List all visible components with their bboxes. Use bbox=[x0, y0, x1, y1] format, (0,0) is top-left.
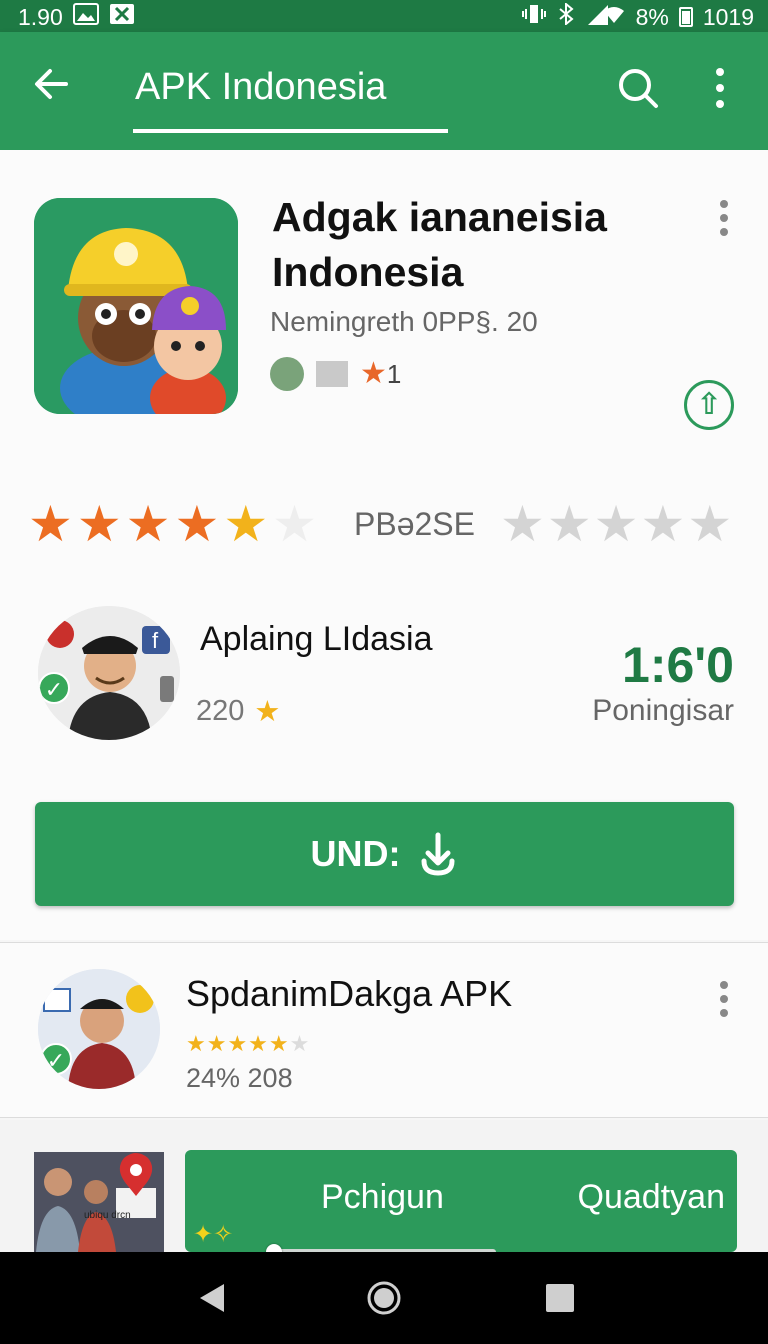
download-icon bbox=[418, 831, 458, 877]
action-label-right: Quadtyan bbox=[577, 1178, 725, 1216]
list-item-meta: 24% 208 bbox=[186, 1063, 293, 1093]
vibrate-icon bbox=[521, 3, 546, 31]
system-nav-bar bbox=[0, 1252, 768, 1344]
clock: 1019 bbox=[702, 3, 754, 30]
star-icon: ★ bbox=[28, 496, 73, 552]
app-subtitle: Nemingreth 0PP§. 20 bbox=[270, 306, 538, 337]
search-icon[interactable] bbox=[616, 66, 660, 110]
list-item-overflow-icon[interactable] bbox=[712, 979, 736, 1019]
rate-stars[interactable]: ★ ★ ★ ★ ★ bbox=[500, 496, 732, 552]
developer-name[interactable]: Aplaing LIdasia bbox=[200, 620, 433, 659]
gallery-notification-icon bbox=[72, 3, 99, 31]
status-bar: 1.90 8% 1019 bbox=[0, 0, 768, 32]
app-tags: ★1 bbox=[270, 356, 401, 391]
sparkle-icon: ✦✧ bbox=[193, 1221, 234, 1248]
nav-back-icon[interactable] bbox=[194, 1280, 230, 1316]
list-item-thumbnail: ubiqu drcn bbox=[34, 1152, 164, 1252]
star-icon: ★ bbox=[76, 496, 122, 552]
app-bar-title[interactable]: APK Indonesia bbox=[135, 66, 386, 109]
overflow-menu-icon[interactable] bbox=[706, 66, 734, 110]
globe-icon bbox=[270, 356, 304, 391]
list-item[interactable]: ubiqu drcn Pchigun Quadtyan ✦✧ bbox=[0, 1120, 768, 1252]
flag-icon bbox=[316, 360, 348, 387]
install-button-label: UND: bbox=[310, 833, 401, 874]
rating-stars: ★ ★ ★ ★ ★ ★ bbox=[28, 496, 317, 552]
battery-percent: 8% bbox=[635, 3, 669, 30]
developer-avatar[interactable]: f ✓ bbox=[38, 606, 180, 740]
rating-row: ★ ★ ★ ★ ★ ★ PBә2SE ★ ★ ★ ★ ★ bbox=[28, 496, 748, 552]
status-time: 1.90 bbox=[18, 3, 63, 30]
app-bar: APK Indonesia bbox=[0, 32, 768, 150]
developer-count: 220 bbox=[196, 695, 245, 727]
download-count: 1:6'0 bbox=[622, 637, 734, 693]
bluetooth-icon bbox=[556, 1, 576, 31]
star-outline-icon[interactable]: ★ bbox=[547, 496, 592, 552]
battery-icon bbox=[678, 7, 693, 27]
list-item-title: SpdanimDakga APK bbox=[186, 973, 513, 1014]
nav-recents-icon[interactable] bbox=[542, 1280, 578, 1316]
list-item-action-button[interactable]: Pchigun Quadtyan ✦✧ bbox=[185, 1150, 737, 1252]
back-arrow-icon[interactable] bbox=[30, 62, 74, 106]
star-icon: ★ bbox=[174, 496, 220, 552]
rating-label: PBә2SE bbox=[354, 506, 475, 542]
developer-meta: 220 ★ bbox=[196, 694, 280, 729]
verified-check-icon: ✓ bbox=[38, 672, 70, 704]
tag-rating-value: 1 bbox=[386, 359, 402, 389]
action-label-left: Pchigun bbox=[321, 1178, 444, 1216]
star-empty-icon: ★ bbox=[272, 496, 317, 552]
nav-home-icon[interactable] bbox=[366, 1280, 402, 1316]
star-outline-icon[interactable]: ★ bbox=[594, 496, 639, 552]
list-item-stars: ★★★★★★ bbox=[186, 1031, 311, 1056]
card-overflow-icon[interactable] bbox=[712, 198, 736, 238]
verified-check-icon: ✓ bbox=[40, 1043, 72, 1075]
tag-rating: ★1 bbox=[360, 356, 401, 391]
star-icon: ★ bbox=[360, 357, 387, 390]
star-icon: ★ bbox=[223, 496, 269, 552]
tab-indicator bbox=[133, 129, 448, 133]
install-button[interactable]: UND: bbox=[35, 802, 734, 906]
star-outline-icon[interactable]: ★ bbox=[640, 496, 685, 552]
star-outline-icon[interactable]: ★ bbox=[500, 496, 545, 552]
star-icon: ★ bbox=[125, 496, 171, 552]
excel-notification-icon bbox=[109, 3, 135, 31]
app-title: Adgak iananeisia Indonesia bbox=[272, 194, 607, 295]
svg-text:f: f bbox=[152, 628, 159, 653]
share-icon[interactable]: ⇧ bbox=[684, 380, 734, 430]
signal-icon bbox=[586, 3, 626, 31]
star-outline-icon[interactable]: ★ bbox=[687, 496, 732, 552]
star-icon: ★ bbox=[254, 696, 281, 728]
app-icon[interactable] bbox=[34, 198, 238, 414]
list-item-avatar: ✓ bbox=[38, 969, 160, 1089]
thumbnail-caption: ubiqu drcn bbox=[84, 1210, 131, 1221]
download-count-label: Poningisar bbox=[592, 694, 734, 727]
list-item[interactable]: ✓ SpdanimDakga APK ★★★★★★ 24% 208 bbox=[0, 942, 768, 1118]
app-detail-card: Adgak iananeisia Indonesia Nemingreth 0P… bbox=[0, 150, 768, 940]
